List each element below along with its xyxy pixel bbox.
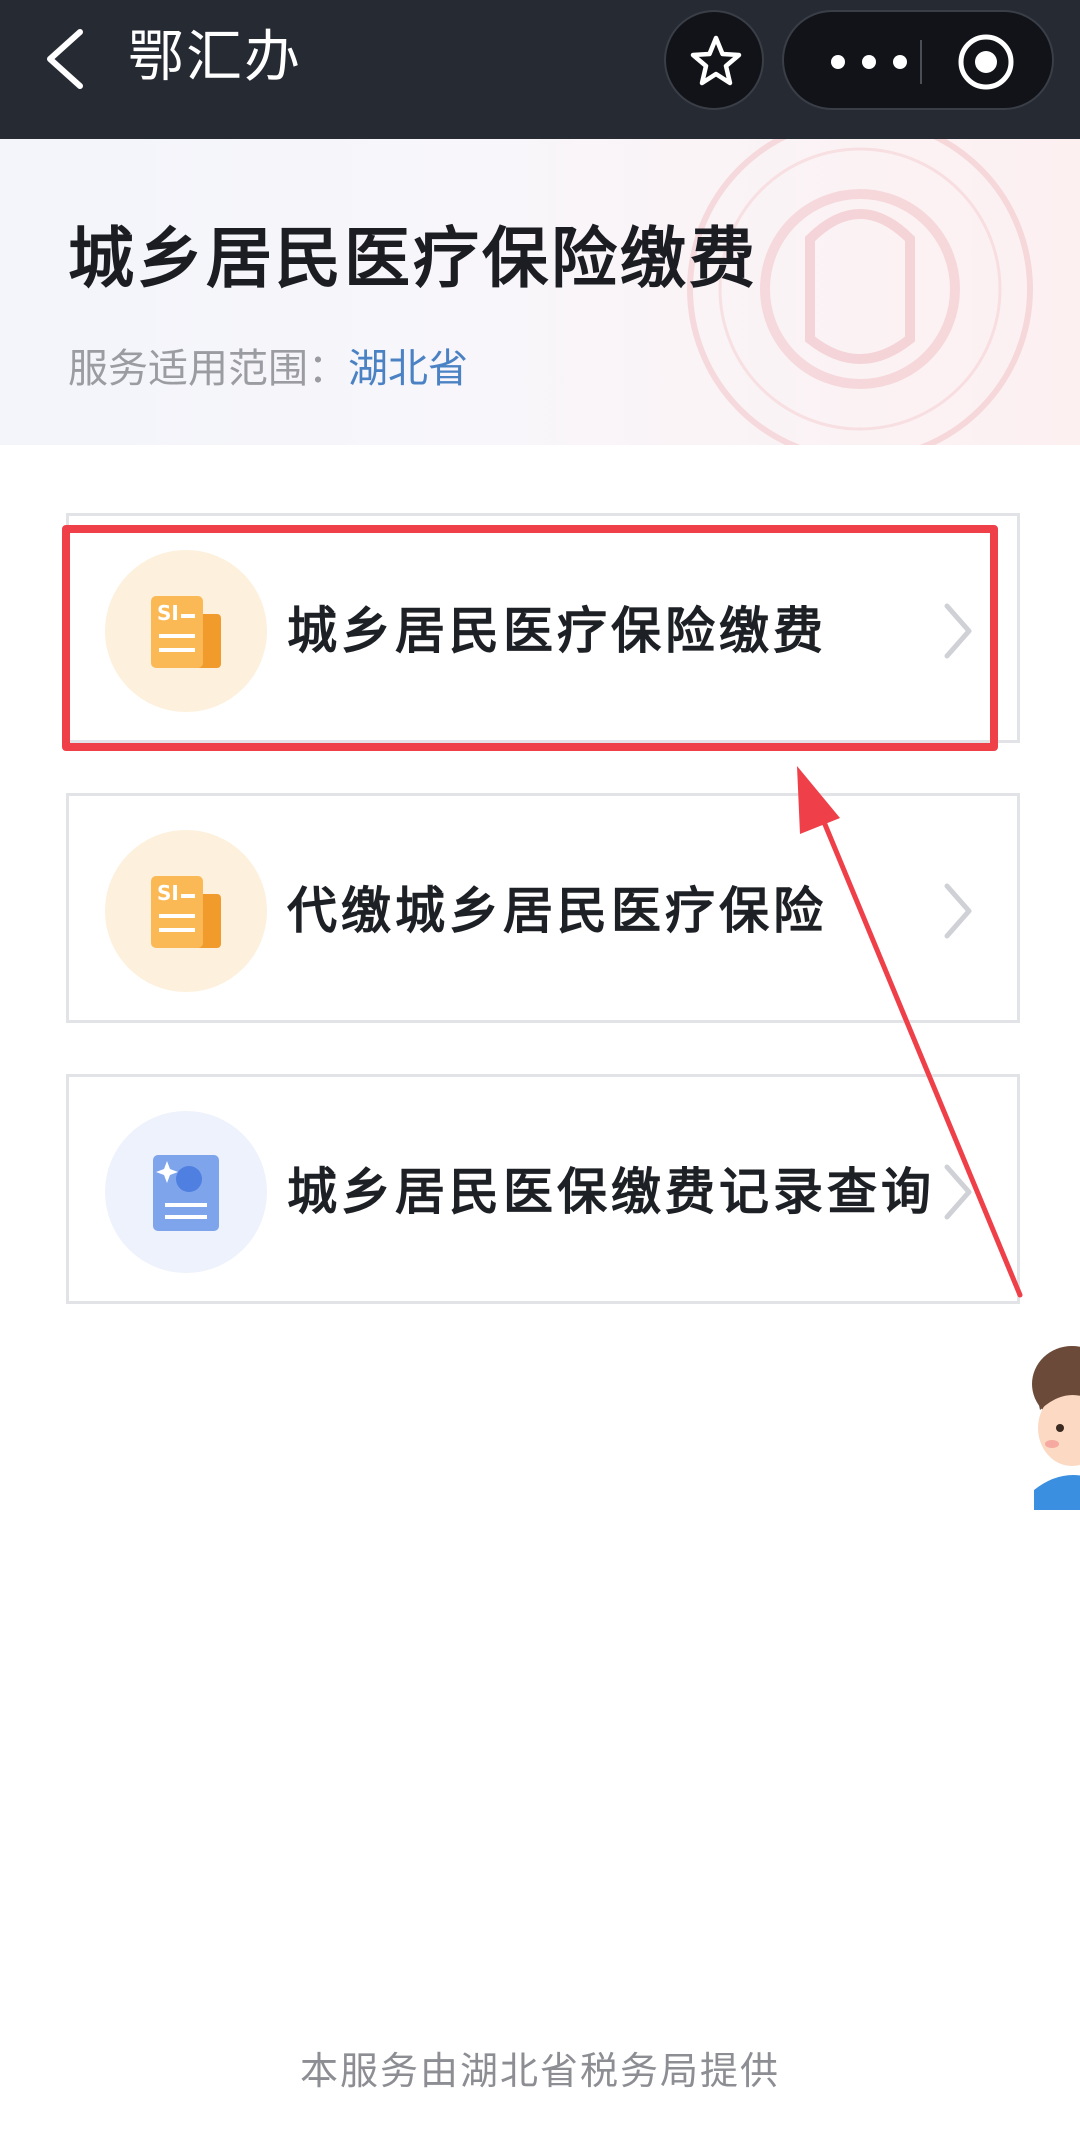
record-query-icon (153, 1155, 219, 1231)
svg-text:SI: SI (157, 601, 179, 625)
favorite-button[interactable] (664, 10, 764, 110)
chevron-right-icon (944, 1164, 972, 1220)
mini-program-capsule (782, 10, 1054, 110)
chevron-right-icon (944, 603, 972, 659)
scope-label: 服务适用范围： (68, 346, 348, 392)
header-banner: 城乡居民医疗保险缴费 服务适用范围：湖北省 (0, 139, 1080, 445)
service-label: 城乡居民医保缴费记录查询 (287, 1163, 935, 1221)
app-title: 鄂汇办 (128, 25, 302, 90)
service-scope: 服务适用范围：湖北省 (68, 339, 468, 399)
capsule-divider (920, 40, 922, 84)
si-document-icon: SI (151, 596, 221, 668)
more-dots-icon[interactable] (824, 48, 914, 76)
page-title: 城乡居民医疗保险缴费 (68, 220, 758, 297)
service-card-payment-record-query[interactable]: 城乡居民医保缴费记录查询 (66, 1074, 1020, 1304)
footer-provider-note: 本服务由湖北省税务局提供 (299, 2049, 780, 2093)
scope-value[interactable]: 湖北省 (348, 346, 468, 392)
si-document-icon: SI (151, 876, 221, 948)
assistant-avatar[interactable] (1014, 1340, 1080, 1510)
assistant-avatar-icon (1032, 1346, 1080, 1510)
service-icon-circle (105, 1111, 267, 1273)
chevron-left-icon[interactable] (36, 24, 96, 94)
service-card-proxy-payment[interactable]: SI 代缴城乡居民医疗保险 (66, 793, 1020, 1023)
service-label: 代缴城乡居民医疗保险 (287, 882, 827, 940)
service-icon-circle: SI (105, 830, 267, 992)
chevron-right-icon (944, 883, 972, 939)
service-icon-circle: SI (105, 550, 267, 712)
target-circle-icon[interactable] (956, 32, 1016, 92)
svg-text:SI: SI (157, 881, 179, 905)
service-label: 城乡居民医疗保险缴费 (287, 602, 827, 660)
star-icon (690, 35, 742, 86)
top-navbar: 鄂汇办 (0, 0, 1080, 139)
service-card-medical-insurance-payment[interactable]: SI 城乡居民医疗保险缴费 (66, 513, 1020, 743)
